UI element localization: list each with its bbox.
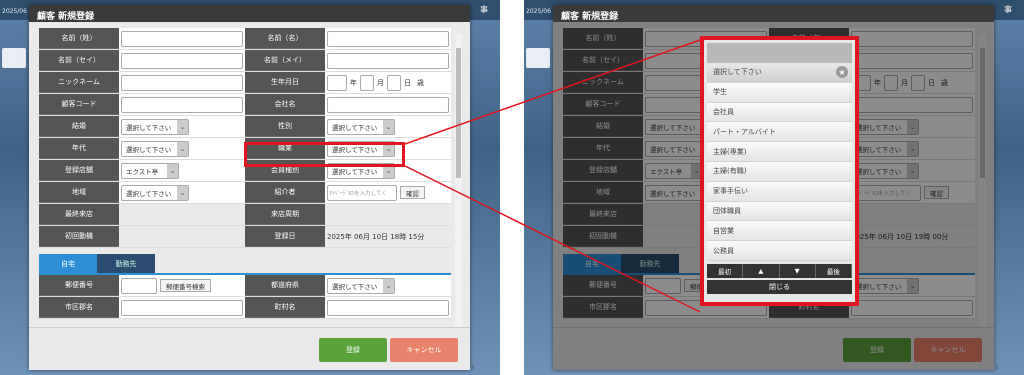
callout-line-bottom [404, 165, 701, 313]
callout-line-top [404, 39, 701, 145]
callout-lines [404, 39, 701, 313]
